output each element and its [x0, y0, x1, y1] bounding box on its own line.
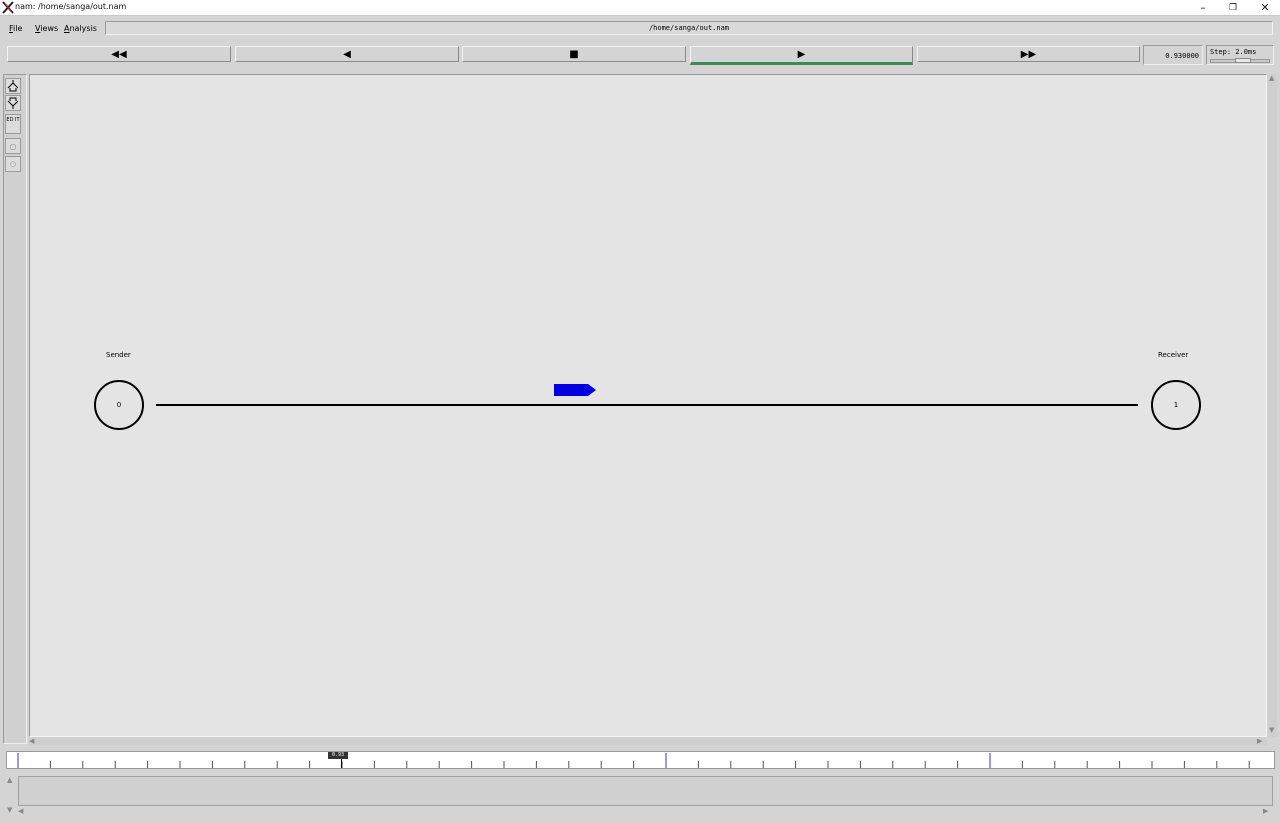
annotation-scroll-right-icon[interactable]: ▶: [1263, 807, 1268, 815]
play-forward-button[interactable]: ▶: [690, 46, 913, 65]
zoom-in-icon[interactable]: [5, 78, 21, 94]
timeline-slider[interactable]: [6, 751, 1275, 769]
menu-views[interactable]: Views: [35, 24, 58, 33]
current-time-display: 0.930000: [1143, 45, 1203, 65]
node-receiver[interactable]: 1: [1151, 380, 1201, 430]
fast-forward-button[interactable]: ▶▶: [917, 46, 1140, 62]
menu-analysis[interactable]: Analysis: [64, 24, 97, 33]
canvas-horizontal-scrollbar[interactable]: ◀ ▶: [29, 737, 1267, 745]
minimize-button[interactable]: –: [1188, 0, 1218, 16]
menu-file[interactable]: File: [9, 24, 22, 33]
small-node-icon[interactable]: ○: [5, 156, 21, 172]
window-title: nam: /home/sanga/out.nam: [15, 2, 127, 11]
scroll-right-icon[interactable]: ▶: [1257, 737, 1262, 745]
annotation-list[interactable]: [18, 776, 1273, 806]
step-control: Step: 2.0ms: [1206, 45, 1274, 65]
trace-file-path: /home/sanga/out.nam: [105, 21, 1273, 35]
menu-views-label: iews: [40, 24, 59, 33]
tool-strip: [3, 74, 27, 744]
play-backward-button[interactable]: ◀: [235, 46, 459, 62]
node-label-receiver: Receiver: [1158, 351, 1189, 359]
node-sender[interactable]: 0: [94, 380, 144, 430]
zoom-out-icon[interactable]: [5, 95, 21, 111]
close-button[interactable]: ✕: [1250, 0, 1280, 16]
annotation-vertical-scrollbar[interactable]: ▲ ▼: [7, 776, 16, 816]
scroll-left-icon[interactable]: ◀: [29, 737, 34, 745]
title-bar: nam: /home/sanga/out.nam – ❐ ✕: [0, 0, 1280, 16]
maximize-button[interactable]: ❐: [1218, 0, 1248, 16]
x-app-icon: [2, 1, 14, 14]
timeline-time-marker[interactable]: 0.93: [328, 752, 348, 759]
packet[interactable]: [554, 384, 596, 396]
annotation-scroll-left-icon[interactable]: ◀: [18, 807, 23, 815]
annotation-scroll-down-icon[interactable]: ▼: [7, 806, 12, 814]
scroll-down-icon[interactable]: ▼: [1269, 726, 1274, 734]
network-link[interactable]: [156, 404, 1138, 406]
canvas-vertical-scrollbar[interactable]: ▲ ▼: [1267, 74, 1277, 737]
rewind-button[interactable]: ◀◀: [7, 46, 231, 62]
menu-file-label: ile: [13, 24, 23, 33]
edit-button[interactable]: ED IT: [5, 114, 21, 134]
annotation-scroll-up-icon[interactable]: ▲: [7, 776, 12, 784]
annotation-horizontal-scrollbar[interactable]: ◀ ▶: [18, 807, 1273, 815]
stop-button[interactable]: ■: [462, 46, 686, 62]
node-circle-icon[interactable]: ○: [5, 138, 21, 154]
step-label: Step: 2.0ms: [1210, 48, 1257, 56]
timeline-ticks: [17, 753, 1250, 768]
zoom-in-glyph: [7, 80, 19, 92]
step-slider-thumb[interactable]: [1235, 58, 1251, 63]
scroll-up-icon[interactable]: ▲: [1269, 74, 1274, 82]
node-label-sender: Sender: [106, 351, 131, 359]
menu-analysis-label: nalysis: [69, 24, 97, 33]
zoom-out-glyph: [7, 97, 19, 109]
